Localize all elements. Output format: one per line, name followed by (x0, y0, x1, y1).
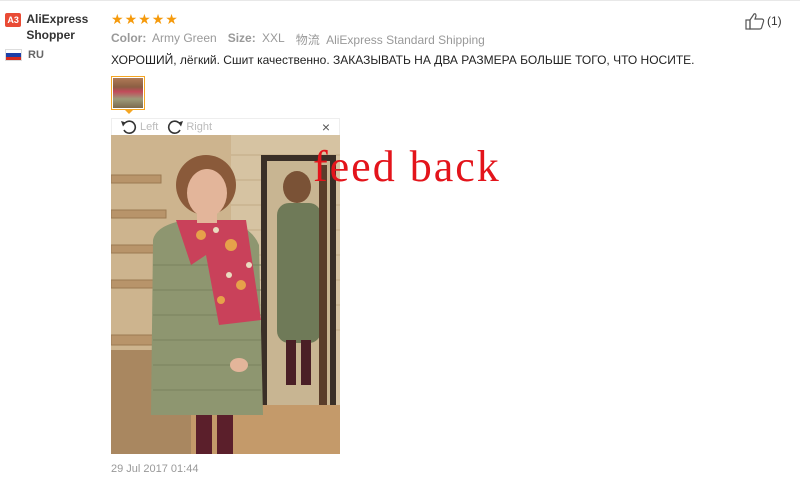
thumbs-up-icon (745, 13, 765, 30)
helpful-button[interactable]: (1) (745, 12, 782, 30)
thumbnail-image (113, 78, 143, 108)
star-icon: ★ (111, 11, 124, 27)
order-attributes: Color: Army Green Size: XXL 物流 AliExpres… (111, 31, 496, 48)
review-photo-thumbnail[interactable] (111, 76, 145, 110)
photo-viewer-toolbar: Left Right × (111, 118, 340, 135)
close-viewer-button[interactable]: × (322, 119, 330, 135)
star-icon: ★ (151, 11, 165, 27)
review-date: 29 Jul 2017 01:44 (111, 463, 199, 475)
attr-color: Color: Army Green (111, 31, 217, 48)
attr-size-value: XXL (262, 31, 285, 45)
rotate-left-label: Left (140, 121, 159, 133)
top-divider (0, 0, 800, 1)
attr-shipping-label: 物流 (295, 33, 320, 47)
rotate-left-icon (121, 120, 137, 134)
star-icon: ★ (138, 11, 151, 27)
russia-flag-icon (5, 49, 22, 61)
attr-size-label: Size: (227, 31, 256, 45)
reviewer-country: RU (5, 49, 105, 61)
feedback-watermark: feed back (313, 142, 501, 191)
star-rating: ★ ★ ★ ★ ★ (111, 12, 178, 26)
attr-color-value: Army Green (152, 31, 217, 45)
helpful-count: (1) (767, 14, 782, 28)
attr-shipping-value: AliExpress Standard Shipping (326, 33, 485, 47)
star-icon: ★ (124, 11, 138, 27)
reviewer-info: A3 AliExpress Shopper RU (5, 11, 105, 61)
thumbnail-selected-caret (124, 109, 134, 114)
rotate-left-button[interactable]: Left (120, 119, 158, 135)
review-photo-image (111, 135, 340, 454)
attr-shipping: 物流 AliExpress Standard Shipping (296, 31, 485, 48)
review-photo (111, 135, 340, 454)
country-code: RU (28, 49, 44, 61)
rotate-right-label: Right (186, 121, 213, 133)
attr-color-label: Color: (111, 31, 147, 45)
review-text: ХОРОШИЙ, лёгкий. Сшит качественно. ЗАКАЗ… (111, 53, 695, 67)
rotate-right-icon (168, 120, 184, 134)
reviewer-name: AliExpress Shopper (26, 12, 89, 42)
buyer-level-badge: A3 (5, 13, 22, 27)
attr-size: Size: XXL (228, 31, 285, 48)
star-icon: ★ (165, 11, 178, 27)
rotate-right-button[interactable]: Right (166, 119, 212, 135)
